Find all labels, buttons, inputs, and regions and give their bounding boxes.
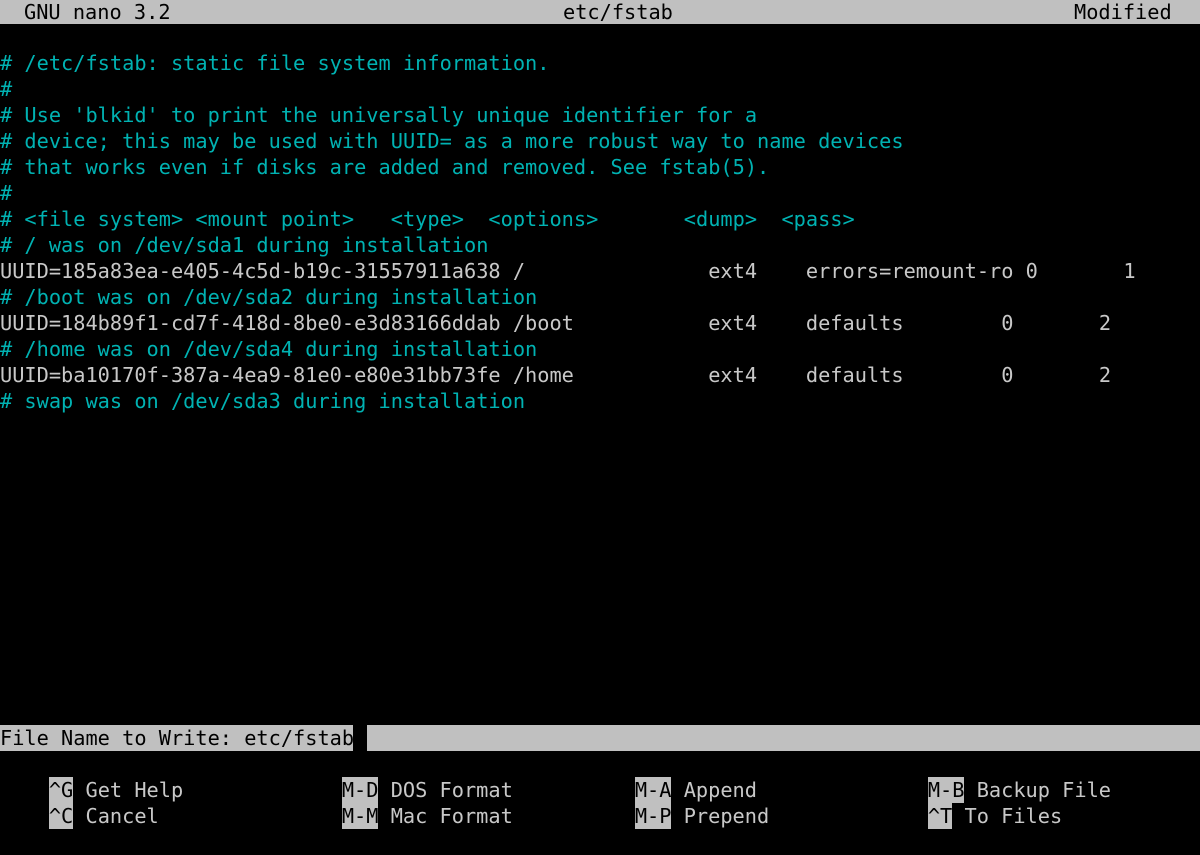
editor-line[interactable]: # that works even if disks are added and… <box>0 154 769 180</box>
shortcut-label: Prepend <box>684 803 769 829</box>
shortcut-label: To Files <box>964 803 1062 829</box>
editor-line[interactable]: # <file system> <mount point> <type> <op… <box>0 206 855 232</box>
shortcut-dos-format[interactable]: M-D DOS Format <box>293 751 513 777</box>
editor-line[interactable]: # swap was on /dev/sda3 during installat… <box>0 388 525 414</box>
shortcut-label: Mac Format <box>391 803 513 829</box>
title-bar: GNU nano 3.2 etc/fstab Modified <box>0 0 1200 24</box>
shortcut-append[interactable]: M-A Append <box>586 751 757 777</box>
editor-line[interactable]: # <box>0 180 12 206</box>
prompt-label[interactable]: File Name to Write: etc/fstab <box>0 725 354 751</box>
shortcut-key: ^C <box>49 803 73 829</box>
editor-line[interactable]: UUID=184b89f1-cd7f-418d-8be0-e3d83166dda… <box>0 310 1111 336</box>
shortcut-prepend[interactable]: M-P Prepend <box>586 777 769 803</box>
shortcut-mac-format[interactable]: M-M Mac Format <box>293 777 513 803</box>
editor-line[interactable]: # /boot was on /dev/sda2 during installa… <box>0 284 537 310</box>
shortcut-cancel[interactable]: ^C Cancel <box>0 777 159 803</box>
app-name: GNU nano 3.2 <box>24 0 171 24</box>
editor-line[interactable]: # / was on /dev/sda1 during installation <box>0 232 488 258</box>
editor-line[interactable]: # device; this may be used with UUID= as… <box>0 128 904 154</box>
shortcut-get-help[interactable]: ^G Get Help <box>0 751 183 777</box>
modified-status: Modified <box>1074 0 1172 24</box>
editor-line[interactable]: # /home was on /dev/sda4 during installa… <box>0 336 537 362</box>
shortcut-backup-file[interactable]: M-B Backup File <box>879 751 1111 777</box>
file-name: etc/fstab <box>563 0 673 24</box>
editor-line[interactable]: # /etc/fstab: static file system informa… <box>0 50 549 76</box>
editor-line[interactable]: # Use 'blkid' to print the universally u… <box>0 102 757 128</box>
shortcut-label: Cancel <box>85 803 158 829</box>
shortcut-key: ^T <box>928 803 952 829</box>
text-cursor <box>353 725 367 751</box>
shortcut-key: M-P <box>635 803 672 829</box>
editor-line[interactable]: # <box>0 76 12 102</box>
filename-prompt[interactable]: File Name to Write: etc/fstab <box>0 725 1200 751</box>
shortcut-to-files[interactable]: ^T To Files <box>879 777 1062 803</box>
editor-line[interactable]: UUID=ba10170f-387a-4ea9-81e0-e80e31bb73f… <box>0 362 1111 388</box>
editor-line[interactable]: UUID=185a83ea-e405-4c5d-b19c-31557911a63… <box>0 258 1136 284</box>
shortcut-key: M-M <box>342 803 379 829</box>
